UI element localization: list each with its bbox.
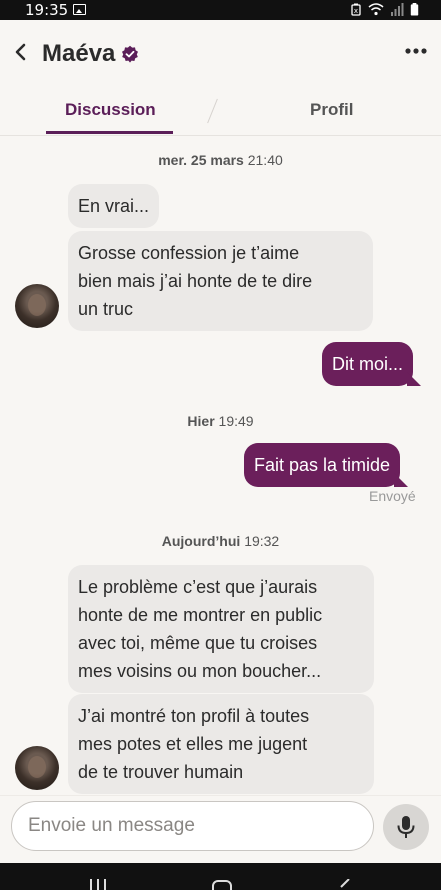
- status-icons: x: [350, 3, 419, 16]
- date-day: Aujourd’hui: [161, 533, 241, 549]
- avatar[interactable]: [15, 284, 59, 328]
- microphone-button[interactable]: [383, 804, 429, 850]
- date-separator: Hier 19:49: [0, 413, 441, 429]
- recent-apps-icon[interactable]: [88, 879, 108, 890]
- tab-discussion[interactable]: Discussion: [65, 100, 156, 120]
- tab-divider: [207, 98, 218, 124]
- date-day: Hier: [187, 413, 215, 429]
- image-icon: [73, 4, 86, 15]
- message-line: Grosse confession je t’aime: [78, 243, 300, 263]
- verified-badge-icon: [122, 45, 138, 63]
- incoming-message[interactable]: Le problème c’est que j’aurais honte de …: [68, 565, 374, 693]
- tab-profil[interactable]: Profil: [310, 100, 353, 120]
- avatar[interactable]: [15, 746, 59, 790]
- svg-text:x: x: [354, 7, 358, 15]
- date-time: 19:32: [244, 533, 280, 549]
- tab-bar: Discussion Profil: [0, 86, 441, 136]
- date-separator: mer. 25 mars 21:40: [0, 152, 441, 168]
- message-line: mes potes et elles me jugent: [78, 734, 308, 754]
- back-arrow-icon[interactable]: [10, 40, 32, 64]
- message-line: honte de me montrer en public: [78, 605, 323, 625]
- message-line: avec toi, même que tu croises: [78, 633, 318, 653]
- message-text: Dit moi...: [332, 354, 404, 374]
- message-line: un truc: [78, 299, 134, 319]
- back-nav-icon[interactable]: [337, 879, 353, 890]
- incoming-message[interactable]: En vrai...: [68, 184, 160, 228]
- date-day: mer. 25 mars: [158, 152, 244, 168]
- message-text: Fait pas la timide: [254, 455, 391, 475]
- microphone-icon: [397, 816, 415, 838]
- more-options-icon[interactable]: [405, 48, 427, 54]
- date-separator: Aujourd’hui 19:32: [0, 533, 441, 549]
- battery-icon: [410, 3, 419, 16]
- contact-name[interactable]: Maéva: [42, 40, 115, 68]
- status-bar: 19:35 x: [0, 0, 441, 20]
- system-nav-bar: [0, 863, 441, 890]
- message-line: de te trouver humain: [78, 762, 244, 782]
- incoming-message[interactable]: Grosse confession je t’aime bien mais j’…: [68, 231, 373, 331]
- message-line: J’ai montré ton profil à toutes: [78, 706, 310, 726]
- battery-saver-icon: x: [351, 3, 361, 16]
- chat-header: Maéva: [0, 20, 441, 86]
- message-line: bien mais j’ai honte de te dire: [78, 271, 313, 291]
- message-input[interactable]: [11, 801, 374, 851]
- message-line: Le problème c’est que j’aurais: [78, 577, 318, 597]
- date-time: 19:49: [218, 413, 254, 429]
- active-tab-indicator: [46, 131, 173, 134]
- date-time: 21:40: [247, 152, 283, 168]
- signal-icon: [391, 3, 404, 16]
- message-composer: [0, 795, 441, 863]
- message-line: mes voisins ou mon boucher...: [78, 661, 322, 681]
- outgoing-message[interactable]: Fait pas la timide: [244, 443, 409, 487]
- outgoing-message[interactable]: Dit moi...: [322, 342, 422, 386]
- home-icon[interactable]: [211, 879, 233, 890]
- message-text: En vrai...: [78, 196, 150, 216]
- status-time: 19:35: [25, 1, 69, 19]
- incoming-message[interactable]: J’ai montré ton profil à toutes mes pote…: [68, 694, 374, 794]
- wifi-icon: [368, 3, 384, 16]
- message-status: Envoyé: [369, 488, 416, 504]
